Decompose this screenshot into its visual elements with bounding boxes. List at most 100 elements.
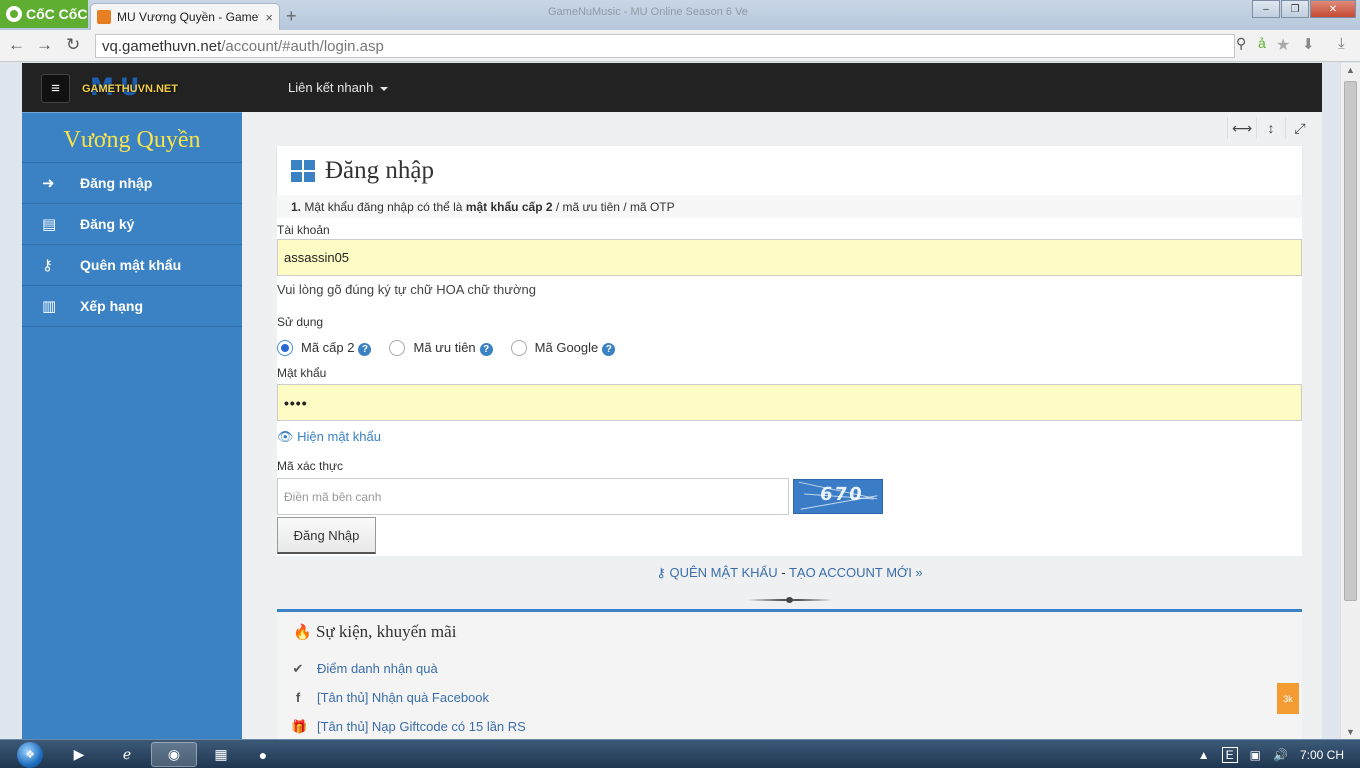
restore-button[interactable]: ❐ xyxy=(1281,0,1309,18)
tab-active[interactable]: MU Vương Quyền - Gamet × xyxy=(90,3,280,30)
fire-icon: 🔥 xyxy=(293,625,312,641)
download-icon[interactable]: ⬇ xyxy=(1302,35,1315,53)
password-label: Mật khẩu xyxy=(277,366,327,380)
captcha-input[interactable]: Điền mã bên cạnh xyxy=(277,478,789,515)
document-icon: ▤ xyxy=(42,216,57,233)
sidebar-item-label: Quên mật khẩu xyxy=(80,257,182,273)
create-account-link[interactable]: TẠO ACCOUNT MỚI » xyxy=(789,565,923,580)
note-tail: / mã ưu tiên / mã OTP xyxy=(555,200,675,214)
show-password-label: Hiện mật khẩu xyxy=(297,429,381,444)
floating-badge[interactable]: 3k xyxy=(1277,683,1299,714)
favicon-icon xyxy=(97,10,111,24)
page-scrollbar[interactable]: ▲ ▼ xyxy=(1340,63,1360,739)
back-icon[interactable]: ← xyxy=(8,35,25,55)
help-icon[interactable]: ? xyxy=(479,343,493,356)
link-separator: - xyxy=(781,565,786,580)
help-icon[interactable]: ? xyxy=(602,343,616,356)
sidebar-item-register[interactable]: ▤ Đăng ký xyxy=(22,204,242,245)
reload-icon[interactable]: ↻ xyxy=(66,35,80,55)
minimize-button[interactable]: – xyxy=(1252,0,1280,18)
password-type-group: Mã cấp 2? Mã ưu tiên? Mã Google? xyxy=(277,336,1302,360)
url-path: /account/#auth/login.asp xyxy=(221,37,384,55)
event-link[interactable]: [Tân thủ] Nhận quà Facebook xyxy=(317,690,489,705)
coccoc-icon xyxy=(6,6,22,22)
layout-tools: ⟷ ↕ ⤢ xyxy=(1227,117,1314,139)
game-taskbar-icon[interactable]: ▦ xyxy=(198,742,244,767)
coccoc-taskbar-icon[interactable]: ◉ xyxy=(151,742,197,767)
window-controls: – ❐ ✕ xyxy=(1252,0,1356,18)
forward-icon[interactable]: → xyxy=(36,35,53,55)
event-link[interactable]: Điểm danh nhận quà xyxy=(317,661,438,676)
note-number: 1. xyxy=(291,200,302,214)
radio-label: Mã ưu tiên xyxy=(413,340,476,355)
site-logo[interactable]: MU GAMETHUVN.NET xyxy=(80,73,200,101)
windows-taskbar: ❖ ▶ ℯ ◉ ▦ ● ▲ E ▣ 🔊 7:00 CH xyxy=(0,739,1360,768)
forgot-password-link[interactable]: QUÊN MẬT KHẨU xyxy=(669,565,777,580)
url-host: vq.gamethuvn.net xyxy=(102,37,222,55)
tray-arrow-icon[interactable]: ▲ xyxy=(1198,748,1210,762)
quick-links-dropdown[interactable]: Liên kết nhanh xyxy=(288,80,388,95)
network-icon[interactable]: ▣ xyxy=(1250,748,1261,762)
gift-icon: 🎁 xyxy=(291,718,308,734)
start-button[interactable]: ❖ xyxy=(8,740,52,768)
new-tab-button[interactable]: + xyxy=(286,6,297,27)
login-note: 1. Mật khẩu đăng nhập có thể là mật khẩu… xyxy=(277,195,1302,218)
login-header: Đăng nhập xyxy=(277,146,1302,195)
logo-site: GAMETHUVN.NET xyxy=(82,83,178,95)
radio-circle[interactable] xyxy=(277,340,293,356)
login-panel: Đăng nhập 1. Mật khẩu đăng nhập có thể l… xyxy=(277,146,1302,556)
close-window-button[interactable]: ✕ xyxy=(1310,0,1356,18)
sidebar-item-forgot-password[interactable]: ⚷ Quên mật khẩu xyxy=(22,245,242,286)
facebook-icon: f xyxy=(295,690,301,705)
radio-ma-cap-2[interactable]: Mã cấp 2? xyxy=(277,340,372,356)
coccoc-logo[interactable]: CốC CốC xyxy=(0,0,88,28)
login-submit-button[interactable]: Đăng Nhập xyxy=(277,517,376,554)
extension-icon[interactable]: ⚲ xyxy=(1236,35,1246,52)
language-icon[interactable]: E xyxy=(1221,746,1238,763)
radio-ma-google[interactable]: Mã Google? xyxy=(510,340,616,356)
radio-circle[interactable] xyxy=(510,340,527,356)
fullscreen-icon[interactable]: ⤢ xyxy=(1285,117,1314,139)
clock[interactable]: 7:00 CH xyxy=(1300,748,1344,762)
internet-explorer-icon[interactable]: ℯ xyxy=(104,742,150,767)
menu-download-icon[interactable]: ⤓ xyxy=(1338,35,1345,52)
mu-taskbar-icon[interactable]: ● xyxy=(240,742,286,767)
sidebar-item-label: Đăng ký xyxy=(80,216,135,232)
event-link[interactable]: [Tân thủ] Nạp Giftcode có 15 lần RS xyxy=(317,719,526,734)
windows-orb-icon: ❖ xyxy=(17,741,43,768)
sidebar: Vương Quyền ➜ Đăng nhập ▤ Đăng ký ⚷ Quên… xyxy=(22,112,242,739)
bookmark-star-icon[interactable]: ★ xyxy=(1276,35,1290,55)
sidebar-item-login[interactable]: ➜ Đăng nhập xyxy=(22,163,242,204)
help-icon[interactable]: ? xyxy=(358,343,372,356)
show-password-link[interactable]: 👁 Hiện mật khẩu xyxy=(277,421,1302,454)
coccoc-extension-icon[interactable]: ả xyxy=(1258,35,1266,51)
list-item[interactable]: ✔ Điểm danh nhận quà xyxy=(277,654,1302,683)
expand-width-icon[interactable]: ⟷ xyxy=(1227,117,1256,139)
scroll-thumb[interactable] xyxy=(1344,81,1357,601)
captcha-image[interactable]: 670 xyxy=(793,479,883,514)
web-page: ≡ MU GAMETHUVN.NET Liên kết nhanh Vương … xyxy=(22,63,1322,739)
hamburger-icon[interactable]: ≡ xyxy=(41,74,70,103)
expand-height-icon[interactable]: ↕ xyxy=(1256,117,1285,139)
account-input[interactable]: assassin05 xyxy=(277,239,1302,276)
tab-close-icon[interactable]: × xyxy=(265,10,273,25)
background-tab-title: GameNuMusic - MU Online Season 6 Ve xyxy=(548,6,748,18)
password-input[interactable]: •••• xyxy=(277,384,1302,421)
main-content: ⟷ ↕ ⤢ Đăng nhập 1. Mật khẩu đăng nhập có… xyxy=(242,112,1322,739)
scroll-down-icon[interactable]: ▼ xyxy=(1346,727,1355,737)
url-input[interactable]: vq.gamethuvn.net/account/#auth/login.asp xyxy=(95,34,1235,111)
list-item[interactable]: 🎁 [Tân thủ] Nạp Giftcode có 15 lần RS xyxy=(277,712,1302,739)
captcha-row: Điền mã bên cạnh 670 xyxy=(277,478,1302,515)
list-item[interactable]: f [Tân thủ] Nhận quà Facebook xyxy=(277,683,1302,712)
account-label: Tài khoản xyxy=(277,223,330,237)
scroll-up-icon[interactable]: ▲ xyxy=(1346,65,1355,75)
media-player-icon[interactable]: ▶ xyxy=(56,742,102,767)
volume-icon[interactable]: 🔊 xyxy=(1273,748,1288,762)
sidebar-title: Vương Quyền xyxy=(22,112,242,154)
key-icon: ⚷ xyxy=(42,257,53,274)
sidebar-item-ranking[interactable]: ▥ Xếp hạng xyxy=(22,286,242,327)
radio-ma-uu-tien[interactable]: Mã ưu tiên? xyxy=(389,340,493,356)
radio-label: Mã cấp 2 xyxy=(301,340,355,355)
sidebar-item-label: Xếp hạng xyxy=(80,298,144,314)
radio-circle[interactable] xyxy=(389,340,406,356)
